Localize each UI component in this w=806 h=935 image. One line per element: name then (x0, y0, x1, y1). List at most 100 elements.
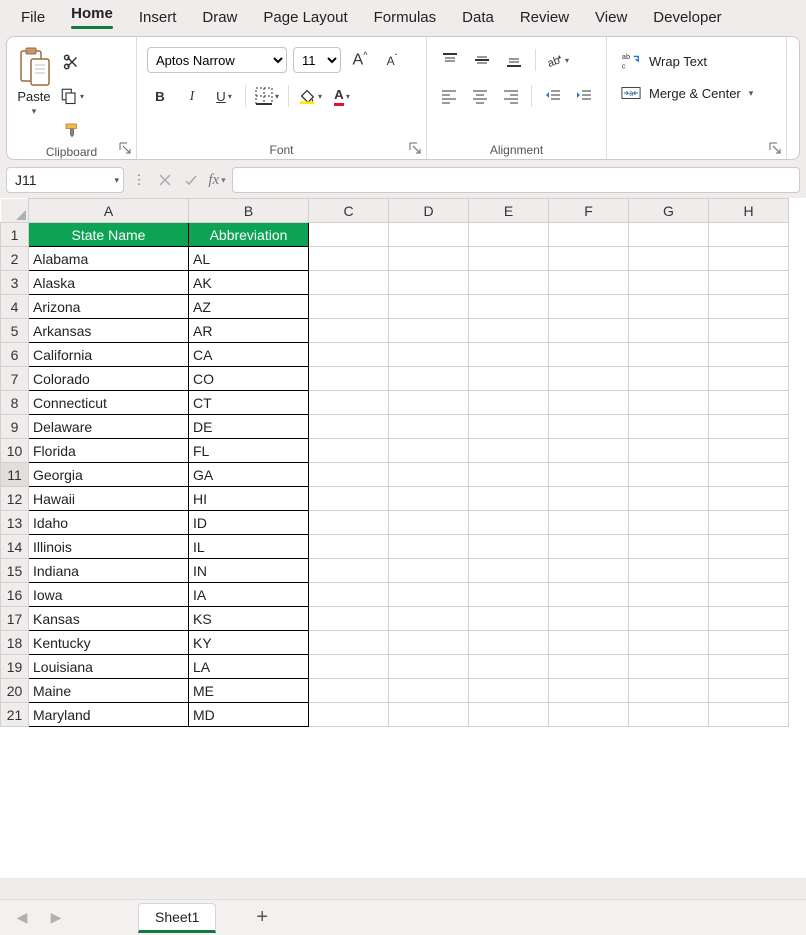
row-header-2[interactable]: 2 (1, 247, 29, 271)
cell-G6[interactable] (629, 343, 709, 367)
cell-A3[interactable]: Alaska (29, 271, 189, 295)
cell-E16[interactable] (469, 583, 549, 607)
cell-E6[interactable] (469, 343, 549, 367)
cell-D15[interactable] (389, 559, 469, 583)
cell-G3[interactable] (629, 271, 709, 295)
cell-D12[interactable] (389, 487, 469, 511)
decrease-font-button[interactable]: Aˇ (379, 47, 405, 73)
cell-C21[interactable] (309, 703, 389, 727)
cell-F16[interactable] (549, 583, 629, 607)
cell-B19[interactable]: LA (189, 655, 309, 679)
cell-G1[interactable] (629, 223, 709, 247)
column-header-B[interactable]: B (189, 199, 309, 223)
sheet-nav-prev[interactable]: ◀ (10, 909, 34, 926)
cell-G12[interactable] (629, 487, 709, 511)
increase-font-button[interactable]: A^ (347, 47, 373, 73)
cell-H17[interactable] (709, 607, 789, 631)
cell-C9[interactable] (309, 415, 389, 439)
cell-H2[interactable] (709, 247, 789, 271)
cell-D16[interactable] (389, 583, 469, 607)
cell-H8[interactable] (709, 391, 789, 415)
cell-H15[interactable] (709, 559, 789, 583)
cell-A9[interactable]: Delaware (29, 415, 189, 439)
row-header-10[interactable]: 10 (1, 439, 29, 463)
row-header-21[interactable]: 21 (1, 703, 29, 727)
cell-E21[interactable] (469, 703, 549, 727)
column-header-G[interactable]: G (629, 199, 709, 223)
cell-E3[interactable] (469, 271, 549, 295)
row-header-5[interactable]: 5 (1, 319, 29, 343)
cell-H21[interactable] (709, 703, 789, 727)
tab-developer[interactable]: Developer (640, 3, 734, 32)
merge-center-button[interactable]: a Merge & Center ▾ (617, 81, 776, 105)
row-header-1[interactable]: 1 (1, 223, 29, 247)
orientation-button[interactable]: ab▾ (544, 47, 570, 73)
tab-data[interactable]: Data (449, 3, 507, 32)
cell-C2[interactable] (309, 247, 389, 271)
cell-G9[interactable] (629, 415, 709, 439)
cell-F17[interactable] (549, 607, 629, 631)
row-header-11[interactable]: 11 (1, 463, 29, 487)
cell-F20[interactable] (549, 679, 629, 703)
cell-B13[interactable]: ID (189, 511, 309, 535)
cell-A21[interactable]: Maryland (29, 703, 189, 727)
cell-E4[interactable] (469, 295, 549, 319)
row-header-3[interactable]: 3 (1, 271, 29, 295)
cell-D21[interactable] (389, 703, 469, 727)
spreadsheet-grid[interactable]: ABCDEFGH1State NameAbbreviation2AlabamaA… (0, 198, 806, 878)
cell-C3[interactable] (309, 271, 389, 295)
cell-D5[interactable] (389, 319, 469, 343)
insert-function-button[interactable]: fx▾ (206, 167, 228, 193)
cell-C15[interactable] (309, 559, 389, 583)
row-header-15[interactable]: 15 (1, 559, 29, 583)
cell-E2[interactable] (469, 247, 549, 271)
align-middle-button[interactable] (469, 47, 495, 73)
cell-F14[interactable] (549, 535, 629, 559)
cell-B15[interactable]: IN (189, 559, 309, 583)
cell-G15[interactable] (629, 559, 709, 583)
cell-G16[interactable] (629, 583, 709, 607)
row-header-13[interactable]: 13 (1, 511, 29, 535)
cell-C20[interactable] (309, 679, 389, 703)
borders-button[interactable]: ▾ (254, 83, 280, 109)
cell-C10[interactable] (309, 439, 389, 463)
cell-C18[interactable] (309, 631, 389, 655)
cell-F15[interactable] (549, 559, 629, 583)
cell-H20[interactable] (709, 679, 789, 703)
cell-F8[interactable] (549, 391, 629, 415)
fill-color-button[interactable]: ▾ (297, 83, 323, 109)
cell-B14[interactable]: IL (189, 535, 309, 559)
cell-D20[interactable] (389, 679, 469, 703)
align-left-button[interactable] (437, 83, 462, 109)
align-top-button[interactable] (437, 47, 463, 73)
cell-A11[interactable]: Georgia (29, 463, 189, 487)
column-header-H[interactable]: H (709, 199, 789, 223)
cell-H1[interactable] (709, 223, 789, 247)
cell-C11[interactable] (309, 463, 389, 487)
cell-B2[interactable]: AL (189, 247, 309, 271)
dialog-launcher-clipboard[interactable] (118, 141, 132, 155)
cell-G19[interactable] (629, 655, 709, 679)
cell-E13[interactable] (469, 511, 549, 535)
cell-F10[interactable] (549, 439, 629, 463)
cell-G17[interactable] (629, 607, 709, 631)
cell-E17[interactable] (469, 607, 549, 631)
tab-page-layout[interactable]: Page Layout (250, 3, 360, 32)
cell-E8[interactable] (469, 391, 549, 415)
cell-D18[interactable] (389, 631, 469, 655)
cell-H12[interactable] (709, 487, 789, 511)
cell-E15[interactable] (469, 559, 549, 583)
format-painter-button[interactable] (59, 117, 85, 143)
column-header-E[interactable]: E (469, 199, 549, 223)
tab-review[interactable]: Review (507, 3, 582, 32)
cell-C16[interactable] (309, 583, 389, 607)
cell-E14[interactable] (469, 535, 549, 559)
copy-button[interactable]: ▾ (59, 83, 85, 109)
cell-G5[interactable] (629, 319, 709, 343)
dialog-launcher-font[interactable] (408, 141, 422, 155)
cell-D13[interactable] (389, 511, 469, 535)
cell-F9[interactable] (549, 415, 629, 439)
formula-input[interactable] (232, 167, 800, 193)
add-sheet-button[interactable]: + (256, 906, 268, 929)
cell-A14[interactable]: Illinois (29, 535, 189, 559)
